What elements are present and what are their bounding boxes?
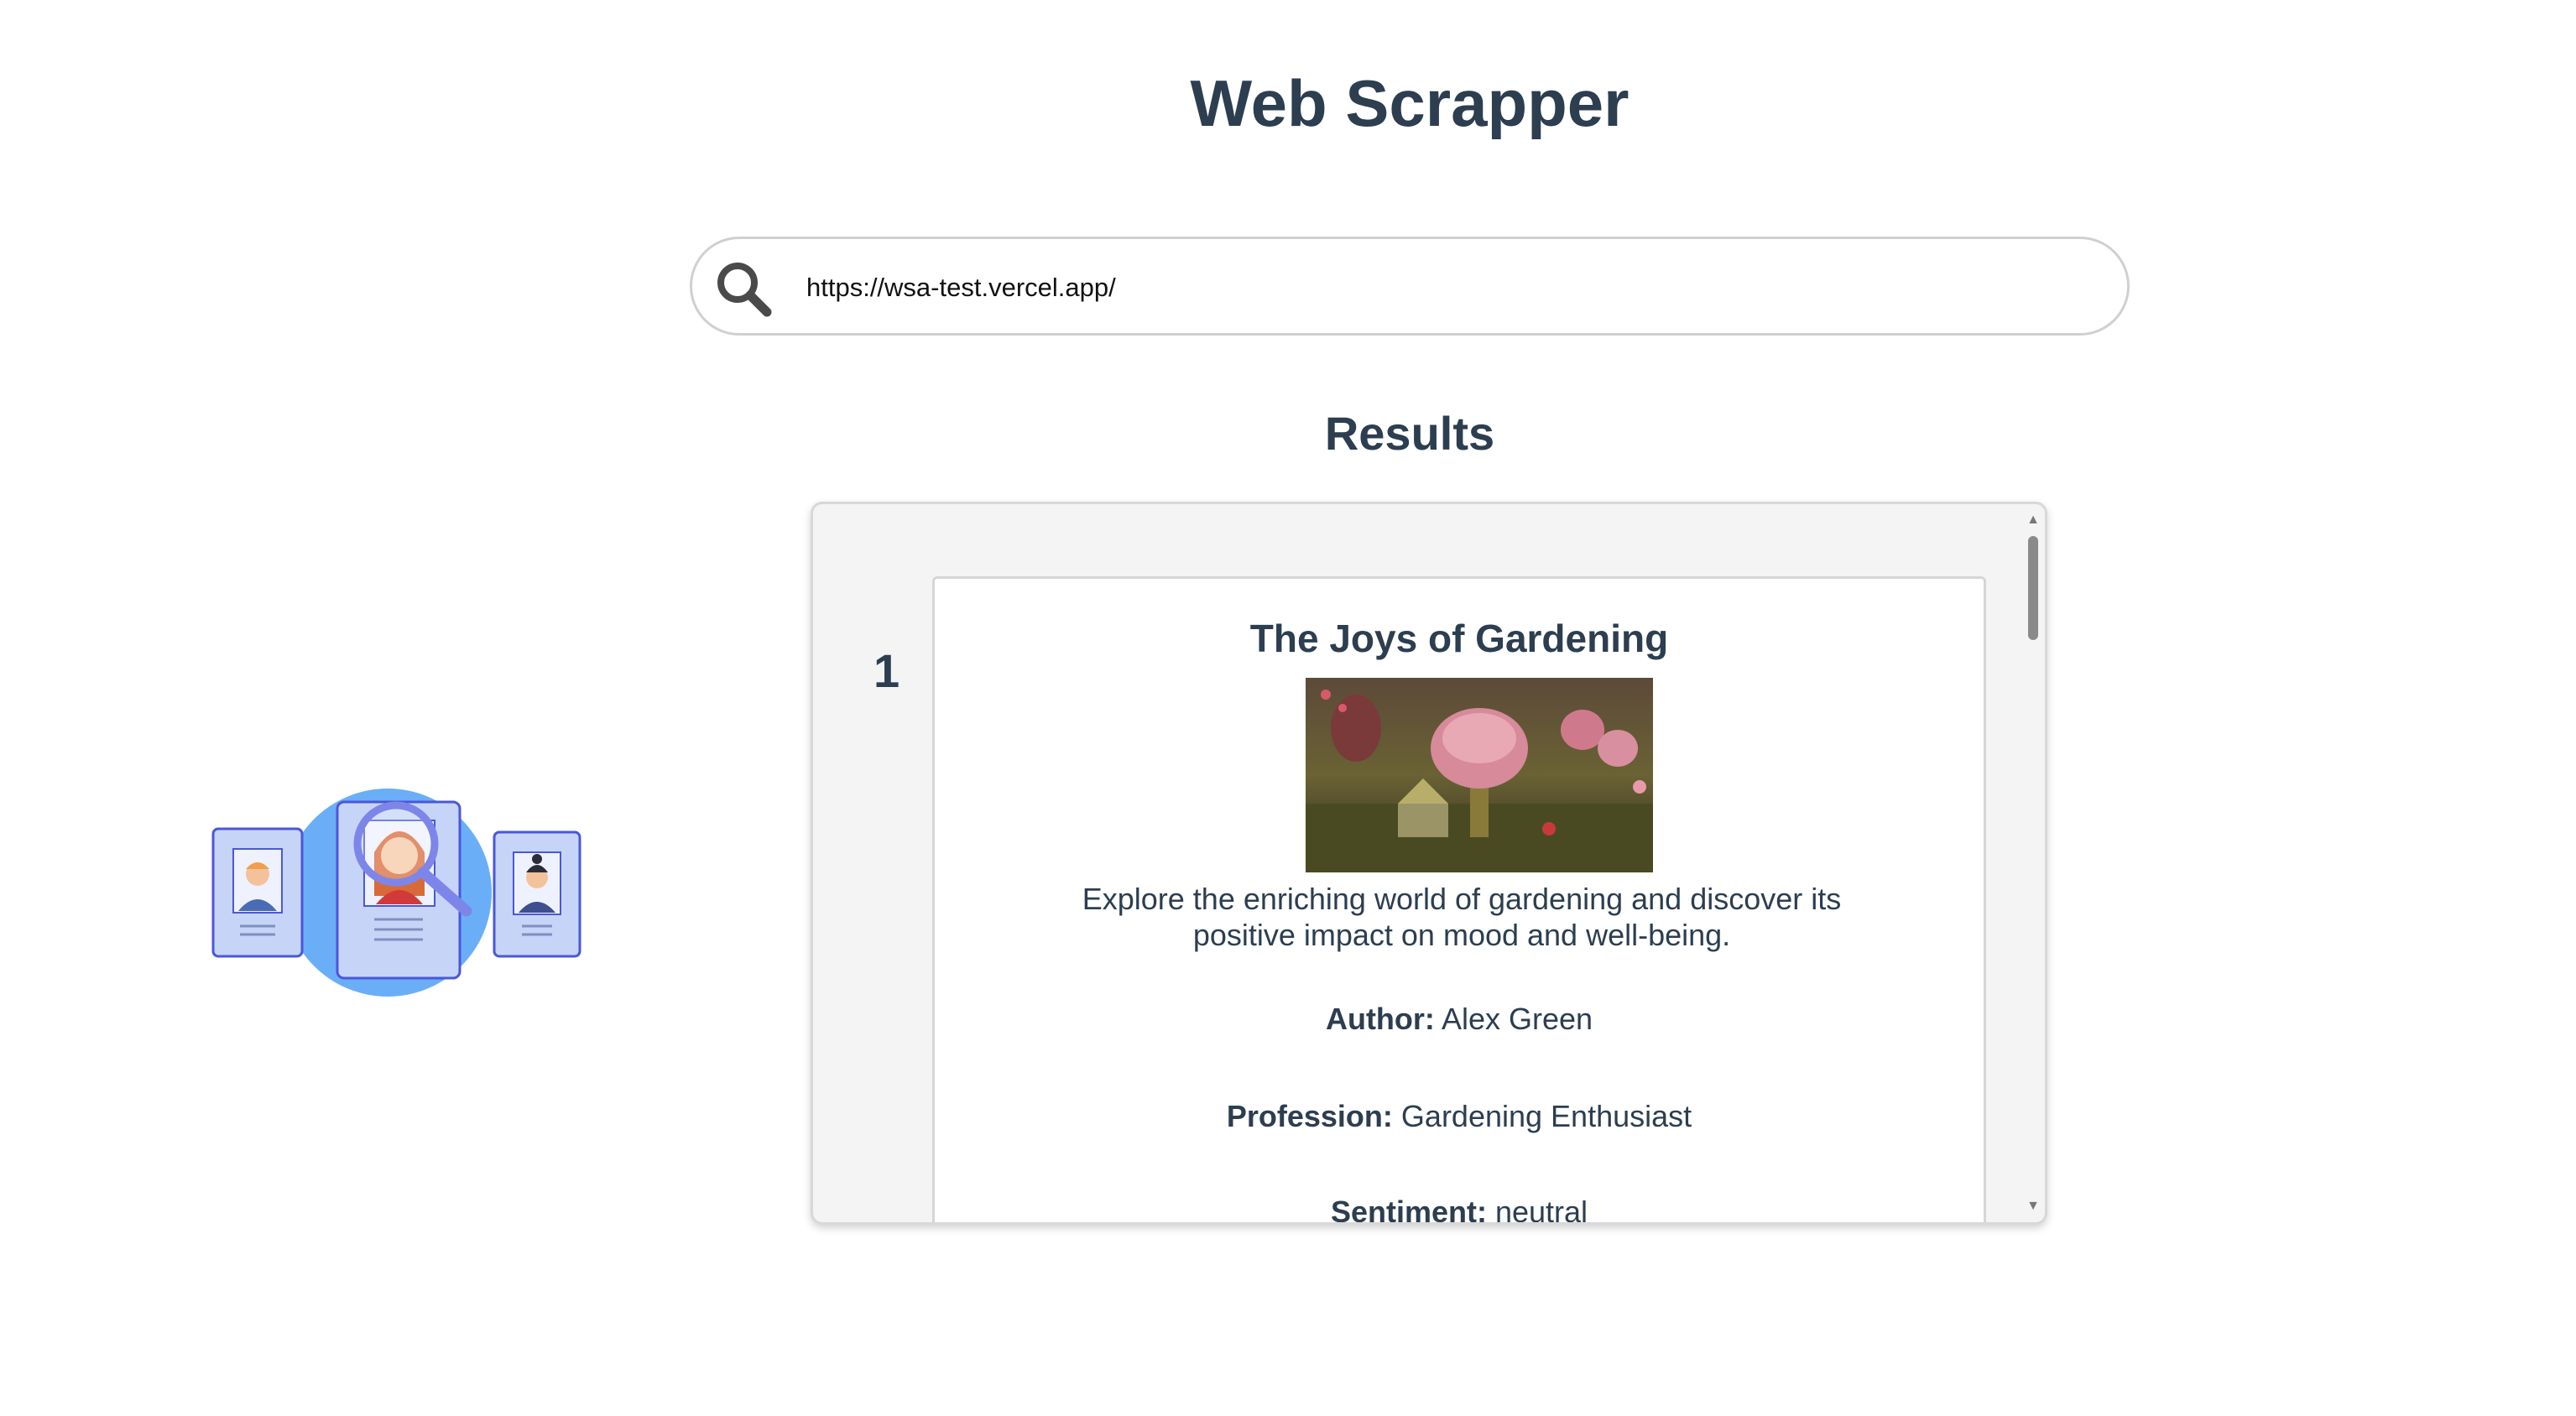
result-sentiment: Sentiment: neutral <box>935 1195 1984 1225</box>
result-index: 1 <box>873 644 900 697</box>
results-scrollbar[interactable]: ▲ ▼ <box>2021 504 2045 1222</box>
scrollbar-thumb[interactable] <box>2028 536 2038 640</box>
scroll-up-arrow-icon[interactable]: ▲ <box>2026 513 2040 527</box>
profile-search-illustration <box>211 789 581 997</box>
result-description: Explore the enriching world of gardening… <box>1082 882 1842 952</box>
sentiment-value: neutral <box>1494 1195 1588 1225</box>
search-icon[interactable] <box>714 259 773 318</box>
result-card: The Joys of Gardening Explore the enrich… <box>932 576 1986 1225</box>
page-title: Web Scrapper <box>1190 66 1630 140</box>
search-input[interactable] <box>806 256 2099 320</box>
profession-label: Profession: <box>1226 1099 1393 1133</box>
sentiment-label: Sentiment: <box>1330 1195 1487 1225</box>
scroll-down-arrow-icon[interactable]: ▼ <box>2026 1200 2040 1213</box>
search-bar[interactable] <box>690 237 2130 336</box>
result-author: Author: Alex Green <box>935 1002 1984 1037</box>
results-heading: Results <box>1324 407 1495 460</box>
result-profession: Profession: Gardening Enthusiast <box>935 1099 1984 1134</box>
results-panel[interactable]: 1 The Joys of Gardening Explore the enri… <box>811 502 2047 1225</box>
author-value: Alex Green <box>1441 1002 1593 1036</box>
page: Web Scrapper Results <box>0 0 2576 1416</box>
result-title: The Joys of Gardening <box>1249 617 1669 660</box>
profession-value: Gardening Enthusiast <box>1400 1099 1692 1133</box>
author-label: Author: <box>1325 1002 1435 1036</box>
result-image <box>1306 678 1653 872</box>
